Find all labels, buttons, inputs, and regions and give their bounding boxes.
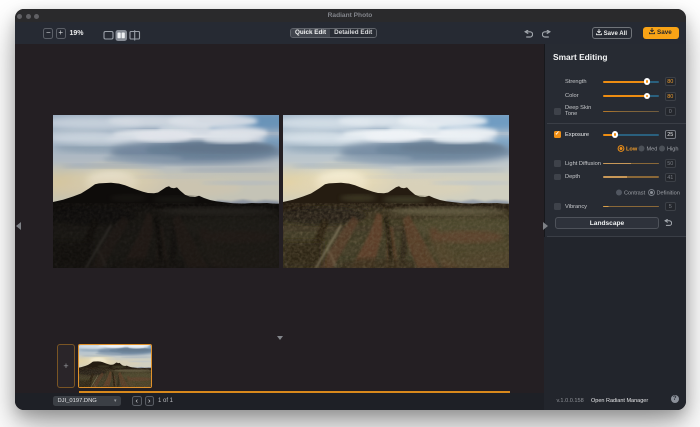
svg-text:Contrast: Contrast xyxy=(624,190,646,195)
svg-text:High: High xyxy=(667,147,679,152)
svg-text:Med: Med xyxy=(646,147,657,152)
svg-text:Low: Low xyxy=(626,147,638,152)
svg-text:Definition: Definition xyxy=(656,190,679,195)
